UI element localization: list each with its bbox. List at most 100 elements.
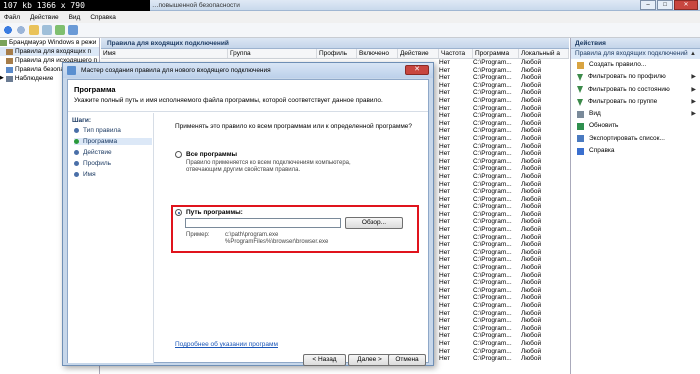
- column-frequency[interactable]: Частота: [439, 49, 473, 58]
- column-enabled[interactable]: Включено: [357, 49, 398, 58]
- table-row[interactable]: Нет C:\Program... Любой: [439, 105, 569, 113]
- table-row[interactable]: Нет C:\Program... Любой: [439, 241, 569, 249]
- maximize-button[interactable]: □: [657, 0, 673, 10]
- table-row[interactable]: Нет C:\Program... Любой: [439, 310, 569, 318]
- table-row[interactable]: Нет C:\Program... Любой: [439, 181, 569, 189]
- table-row[interactable]: Нет C:\Program... Любой: [439, 127, 569, 135]
- table-row[interactable]: Нет C:\Program... Любой: [439, 355, 569, 363]
- column-action[interactable]: Действие: [398, 49, 439, 58]
- column-local-address[interactable]: Локальный а: [519, 49, 569, 58]
- frequency-cell: Нет: [439, 165, 451, 173]
- program-cell: C:\Program...: [473, 66, 512, 74]
- table-row[interactable]: Нет C:\Program... Любой: [439, 332, 569, 340]
- action-item[interactable]: Вид ▶: [571, 108, 700, 120]
- local-address-cell: Любой: [521, 150, 542, 158]
- wizard-close-button[interactable]: ✕: [405, 65, 429, 75]
- table-row[interactable]: Нет C:\Program... Любой: [439, 196, 569, 204]
- table-row[interactable]: Нет C:\Program... Любой: [439, 120, 569, 128]
- local-address-cell: Любой: [521, 241, 542, 249]
- menu-file[interactable]: Файл: [4, 14, 20, 21]
- tree-item-inbound[interactable]: Правила для входящих п: [0, 47, 99, 56]
- tree-item-root[interactable]: Брандмауэр Windows в режи: [0, 38, 99, 47]
- table-row[interactable]: Нет C:\Program... Любой: [439, 97, 569, 105]
- table-row[interactable]: Нет C:\Program... Любой: [439, 218, 569, 226]
- table-row[interactable]: Нет C:\Program... Любой: [439, 348, 569, 356]
- step-profile[interactable]: Профиль: [74, 160, 111, 167]
- properties-icon[interactable]: [42, 25, 52, 35]
- menu-view[interactable]: Вид: [69, 14, 81, 21]
- frequency-cell: Нет: [439, 81, 451, 89]
- action-item[interactable]: Фильтровать по профилю ▶: [571, 71, 700, 83]
- collapse-icon[interactable]: ▲: [690, 49, 696, 59]
- table-row[interactable]: Нет C:\Program... Любой: [439, 143, 569, 151]
- local-address-cell: Любой: [521, 210, 542, 218]
- folder-icon[interactable]: [29, 25, 39, 35]
- action-item[interactable]: Справка: [571, 145, 700, 157]
- table-row[interactable]: Нет C:\Program... Любой: [439, 256, 569, 264]
- table-row[interactable]: Нет C:\Program... Любой: [439, 82, 569, 90]
- step-name[interactable]: Имя: [74, 171, 96, 178]
- table-row[interactable]: Нет C:\Program... Любой: [439, 234, 569, 242]
- table-row[interactable]: Нет C:\Program... Любой: [439, 74, 569, 82]
- table-row[interactable]: Нет C:\Program... Любой: [439, 89, 569, 97]
- table-row[interactable]: Нет C:\Program... Любой: [439, 340, 569, 348]
- table-row[interactable]: Нет C:\Program... Любой: [439, 294, 569, 302]
- table-row[interactable]: Нет C:\Program... Любой: [439, 264, 569, 272]
- program-cell: C:\Program...: [473, 226, 512, 234]
- table-row[interactable]: Нет C:\Program... Любой: [439, 67, 569, 75]
- table-row[interactable]: Нет C:\Program... Любой: [439, 173, 569, 181]
- minimize-button[interactable]: –: [640, 0, 656, 10]
- expand-icon[interactable]: ▶: [0, 74, 4, 83]
- menu-help[interactable]: Справка: [90, 14, 116, 21]
- close-button[interactable]: ✕: [674, 0, 698, 10]
- table-row[interactable]: Нет C:\Program... Любой: [439, 287, 569, 295]
- program-path-radio[interactable]: [175, 209, 182, 216]
- step-program[interactable]: Программа: [74, 138, 152, 145]
- actions-section-inbound[interactable]: Правила для входящих подключений ▲: [571, 49, 700, 59]
- step-action[interactable]: Действие: [74, 149, 112, 156]
- table-row[interactable]: Нет C:\Program... Любой: [439, 165, 569, 173]
- local-address-cell: Любой: [521, 339, 542, 347]
- all-programs-radio[interactable]: [175, 151, 182, 158]
- table-row[interactable]: Нет C:\Program... Любой: [439, 302, 569, 310]
- browse-button[interactable]: Обзор...: [345, 217, 403, 229]
- example-path-2: %ProgramFiles%\browser\browser.exe: [225, 239, 329, 245]
- forward-icon[interactable]: [16, 25, 26, 35]
- action-item[interactable]: Создать правило...: [571, 59, 700, 71]
- column-profile[interactable]: Профиль: [317, 49, 357, 58]
- table-row[interactable]: Нет C:\Program... Любой: [439, 226, 569, 234]
- table-row[interactable]: Нет C:\Program... Любой: [439, 158, 569, 166]
- program-cell: C:\Program...: [473, 96, 512, 104]
- next-button[interactable]: Далее >: [348, 354, 391, 366]
- table-row[interactable]: Нет C:\Program... Любой: [439, 59, 569, 67]
- cancel-button[interactable]: Отмена: [388, 354, 426, 366]
- table-row[interactable]: Нет C:\Program... Любой: [439, 203, 569, 211]
- table-row[interactable]: Нет C:\Program... Любой: [439, 211, 569, 219]
- column-name[interactable]: Имя: [101, 49, 228, 58]
- table-row[interactable]: Нет C:\Program... Любой: [439, 325, 569, 333]
- action-item[interactable]: Фильтровать по состоянию ▶: [571, 84, 700, 96]
- table-row[interactable]: Нет C:\Program... Любой: [439, 249, 569, 257]
- back-icon[interactable]: [3, 25, 13, 35]
- export-icon[interactable]: [55, 25, 65, 35]
- help-icon[interactable]: [68, 25, 78, 35]
- local-address-cell: Любой: [521, 74, 542, 82]
- column-group[interactable]: Группа: [228, 49, 317, 58]
- table-row[interactable]: Нет C:\Program... Любой: [439, 112, 569, 120]
- menu-action[interactable]: Действие: [30, 14, 59, 21]
- action-item[interactable]: Фильтровать по группе ▶: [571, 96, 700, 108]
- table-row[interactable]: Нет C:\Program... Любой: [439, 135, 569, 143]
- submenu-arrow-icon: ▶: [691, 98, 696, 105]
- step-rule-type[interactable]: Тип правила: [74, 127, 121, 134]
- learn-more-link[interactable]: Подробнее об указании программ: [175, 341, 278, 348]
- table-row[interactable]: Нет C:\Program... Любой: [439, 188, 569, 196]
- action-item[interactable]: Обновить: [571, 120, 700, 132]
- program-path-input[interactable]: [185, 218, 341, 228]
- back-button[interactable]: < Назад: [303, 354, 346, 366]
- action-item[interactable]: Экспортировать список...: [571, 133, 700, 145]
- table-row[interactable]: Нет C:\Program... Любой: [439, 272, 569, 280]
- column-program[interactable]: Программа: [473, 49, 519, 58]
- table-row[interactable]: Нет C:\Program... Любой: [439, 150, 569, 158]
- table-row[interactable]: Нет C:\Program... Любой: [439, 317, 569, 325]
- table-row[interactable]: Нет C:\Program... Любой: [439, 279, 569, 287]
